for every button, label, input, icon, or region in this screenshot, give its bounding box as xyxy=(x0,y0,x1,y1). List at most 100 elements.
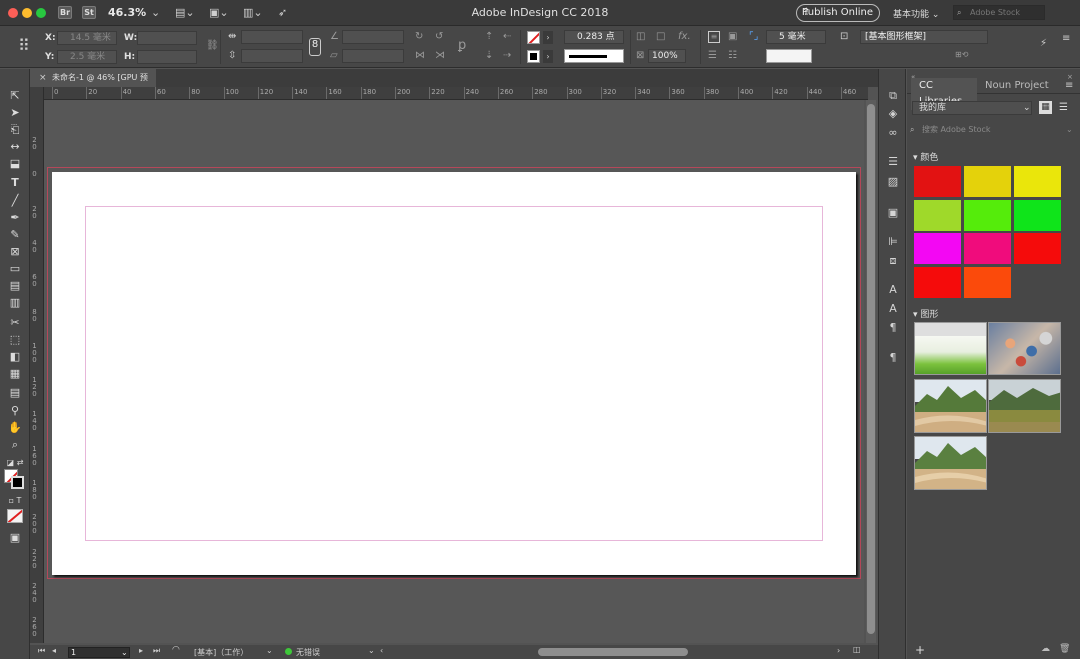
scale-x-field[interactable] xyxy=(241,30,303,44)
color-swatch[interactable] xyxy=(964,166,1011,197)
fill-swatch[interactable] xyxy=(527,31,540,44)
character-panel-icon[interactable]: A xyxy=(885,283,901,297)
align-left-icon[interactable]: ☰ xyxy=(708,50,717,61)
first-page-icon[interactable]: ⏮ xyxy=(38,646,45,656)
clear-overrides-icon[interactable]: ⊞⟲ xyxy=(955,50,968,59)
tab-noun-project[interactable]: Noun Project xyxy=(985,78,1049,94)
object-style-select[interactable]: [基本图形框架] xyxy=(860,30,988,44)
select-container-icon[interactable]: ⇡ xyxy=(485,31,493,42)
cloud-sync-icon[interactable]: ☁ xyxy=(1041,644,1050,654)
pages-panel-icon[interactable]: ⧉ xyxy=(885,89,901,103)
direct-selection-tool-icon[interactable]: ➤ xyxy=(5,105,25,120)
hand-tool-icon[interactable]: ✋ xyxy=(5,420,25,435)
cc-libraries-panel-icon[interactable]: ▣ xyxy=(885,206,901,220)
w-field[interactable] xyxy=(137,31,197,45)
grid-view-icon[interactable]: ▦ xyxy=(1039,101,1052,114)
panel-menu-icon[interactable]: ≡ xyxy=(1062,33,1070,44)
corner-size-field[interactable]: 5 毫米 xyxy=(766,30,826,44)
vertical-ruler[interactable]: 20020406080100120140160180200220240260 xyxy=(30,87,44,643)
vertical-grid-tool-icon[interactable]: ▥ xyxy=(5,295,25,310)
scale-y-icon[interactable]: ⇳ xyxy=(228,50,236,61)
rotate-cw-icon[interactable]: ↻ xyxy=(415,31,423,42)
free-transform-tool-icon[interactable]: ⬚ xyxy=(5,332,25,347)
stroke-menu-icon[interactable]: › xyxy=(543,50,553,63)
color-swatch[interactable] xyxy=(1014,199,1061,231)
text-wrap-box-icon[interactable]: ▣ xyxy=(728,31,737,42)
preflight-status[interactable]: 无错误 xyxy=(296,647,320,658)
note-tool-icon[interactable]: ▤ xyxy=(5,385,25,400)
mountain-road-image[interactable] xyxy=(914,379,987,433)
links-panel-icon[interactable]: ∞ xyxy=(885,126,901,140)
swatches-panel-icon[interactable]: ▨ xyxy=(885,175,901,189)
search-dropdown-icon[interactable]: ⌄ xyxy=(1066,123,1073,137)
formatting-affects-container-icon[interactable]: ▫ T xyxy=(5,493,25,508)
color-swatch[interactable] xyxy=(1014,233,1061,264)
quick-apply-icon[interactable]: ⚡ xyxy=(1040,38,1047,49)
screen-mode-icon[interactable]: ▣⌄ xyxy=(209,6,229,20)
rotate-ccw-icon[interactable]: ↺ xyxy=(435,31,443,42)
horizontal-scrollbar-thumb[interactable] xyxy=(538,648,688,656)
align-panel-icon[interactable]: ⊫ xyxy=(885,235,901,249)
gradient-swatch-tool-icon[interactable]: ◧ xyxy=(5,349,25,364)
pencil-tool-icon[interactable]: ✎ xyxy=(5,227,25,242)
add-element-icon[interactable]: + xyxy=(915,643,925,657)
grass-image[interactable] xyxy=(914,322,987,375)
zoom-tool-icon[interactable]: ⌕ xyxy=(5,437,25,452)
gradient-feather-tool-icon[interactable]: ▦ xyxy=(5,366,25,381)
stroke-type-select[interactable] xyxy=(564,49,624,63)
screen-mode-normal-icon[interactable]: ▣ xyxy=(5,530,25,545)
color-swatch[interactable] xyxy=(1014,166,1061,197)
scale-y-field[interactable] xyxy=(241,49,303,63)
zoom-dropdown-icon[interactable]: ⌄ xyxy=(151,6,171,20)
corner-options-icon[interactable]: ⌜⌟ xyxy=(749,31,758,42)
adobe-stock-search[interactable]: ⌕ Adobe Stock xyxy=(953,5,1045,20)
default-fill-stroke-icon[interactable]: ◪ ⇄ xyxy=(5,455,25,470)
apply-none-icon[interactable] xyxy=(7,509,23,523)
master-dropdown-icon[interactable]: ⌄ xyxy=(266,646,273,655)
select-next-icon[interactable]: ⇢ xyxy=(503,50,511,61)
opacity-field[interactable]: 100% xyxy=(648,49,686,63)
zoom-window-button[interactable] xyxy=(36,8,46,18)
drop-shadow-icon[interactable]: ◫ xyxy=(636,31,645,42)
horizontal-grid-tool-icon[interactable]: ▤ xyxy=(5,278,25,293)
share-icon[interactable]: ➶ xyxy=(278,6,298,20)
line-tool-icon[interactable]: ╱ xyxy=(5,193,25,208)
h-field[interactable] xyxy=(137,50,197,64)
paragraph-styles-icon[interactable]: ¶ xyxy=(885,321,901,335)
gap-tool-icon[interactable]: ↔ xyxy=(5,139,25,154)
library-select[interactable]: 我的库 ⌄ xyxy=(912,101,1032,115)
pathfinder-panel-icon[interactable]: ⧈ xyxy=(885,254,901,268)
color-swatch[interactable] xyxy=(964,266,1011,298)
link-scale-icon[interactable]: 8 xyxy=(309,38,321,56)
split-view-icon[interactable]: ◫ xyxy=(853,645,861,654)
flip-horizontal-icon[interactable]: ⋈ xyxy=(415,50,425,61)
object-style-icon[interactable]: ⊡ xyxy=(840,31,848,42)
valley-field-image[interactable] xyxy=(988,379,1061,433)
reference-point-icon[interactable]: ⠿ xyxy=(18,36,30,55)
page-number-field[interactable]: 1 ⌄ xyxy=(68,647,130,658)
rectangle-tool-icon[interactable]: ▭ xyxy=(5,261,25,276)
vertical-scrollbar-thumb[interactable] xyxy=(867,104,875,634)
corner-shape-select[interactable] xyxy=(766,49,812,63)
rectangle-frame-tool-icon[interactable]: ⊠ xyxy=(5,244,25,259)
content-collector-icon[interactable]: ⬓ xyxy=(5,156,25,171)
workspace-switcher[interactable]: 基本功能 ⌄ xyxy=(893,7,939,20)
color-swatch[interactable] xyxy=(914,233,961,264)
scale-x-icon[interactable]: ⇹ xyxy=(228,31,236,42)
scroll-left-icon[interactable]: ‹ xyxy=(380,646,383,655)
close-window-button[interactable] xyxy=(8,8,18,18)
selection-tool-icon[interactable]: ⇱ xyxy=(5,88,25,103)
minimize-window-button[interactable] xyxy=(22,8,32,18)
select-previous-icon[interactable]: ⇠ xyxy=(503,31,511,42)
previous-page-icon[interactable]: ◂ xyxy=(52,646,56,655)
rotate-angle-icon[interactable]: ∠ xyxy=(330,31,339,42)
document-tab[interactable]: × 未命名-1 @ 46% [GPU 预览] xyxy=(30,69,156,100)
view-options-icon[interactable]: ▤⌄ xyxy=(175,6,195,20)
close-tab-icon[interactable]: × xyxy=(39,69,47,87)
rotate-angle-field[interactable] xyxy=(342,30,404,44)
frame-fitting-icon[interactable]: □ xyxy=(656,31,665,42)
bridge-button[interactable]: Br xyxy=(58,6,72,19)
x-field[interactable]: 14.5 毫米 xyxy=(57,31,117,45)
list-view-icon[interactable]: ☰ xyxy=(1057,101,1070,114)
character-styles-icon[interactable]: A xyxy=(885,302,901,316)
